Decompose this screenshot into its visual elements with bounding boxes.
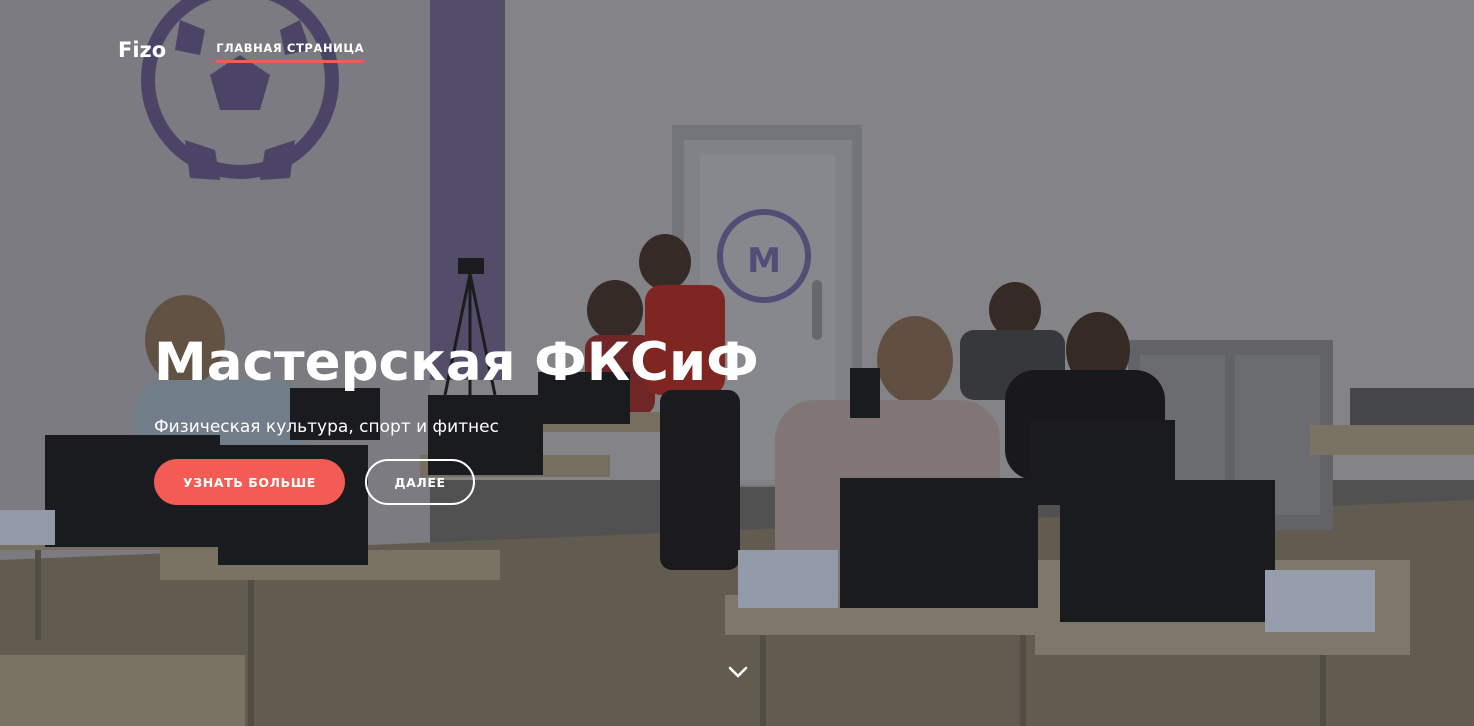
learn-more-button[interactable]: УЗНАТЬ БОЛЬШЕ [154,459,345,505]
nav-link-home[interactable]: ГЛАВНАЯ СТРАНИЦА [216,41,365,63]
navbar: Fizo ГЛАВНАЯ СТРАНИЦА [118,38,365,63]
hero-buttons: УЗНАТЬ БОЛЬШЕ ДАЛЕЕ [154,459,759,505]
hero-section: M Fizo ГЛАВНАЯ СТРАНИЦА Мастерская ФКСиФ… [0,0,1474,726]
hero-content: Мастерская ФКСиФ Физическая культура, сп… [154,330,759,505]
next-button[interactable]: ДАЛЕЕ [365,459,475,505]
brand-logo[interactable]: Fizo [118,38,166,62]
chevron-down-icon[interactable] [727,662,749,682]
hero-subtitle: Физическая культура, спорт и фитнес [154,417,499,437]
hero-title: Мастерская ФКСиФ [154,332,759,393]
